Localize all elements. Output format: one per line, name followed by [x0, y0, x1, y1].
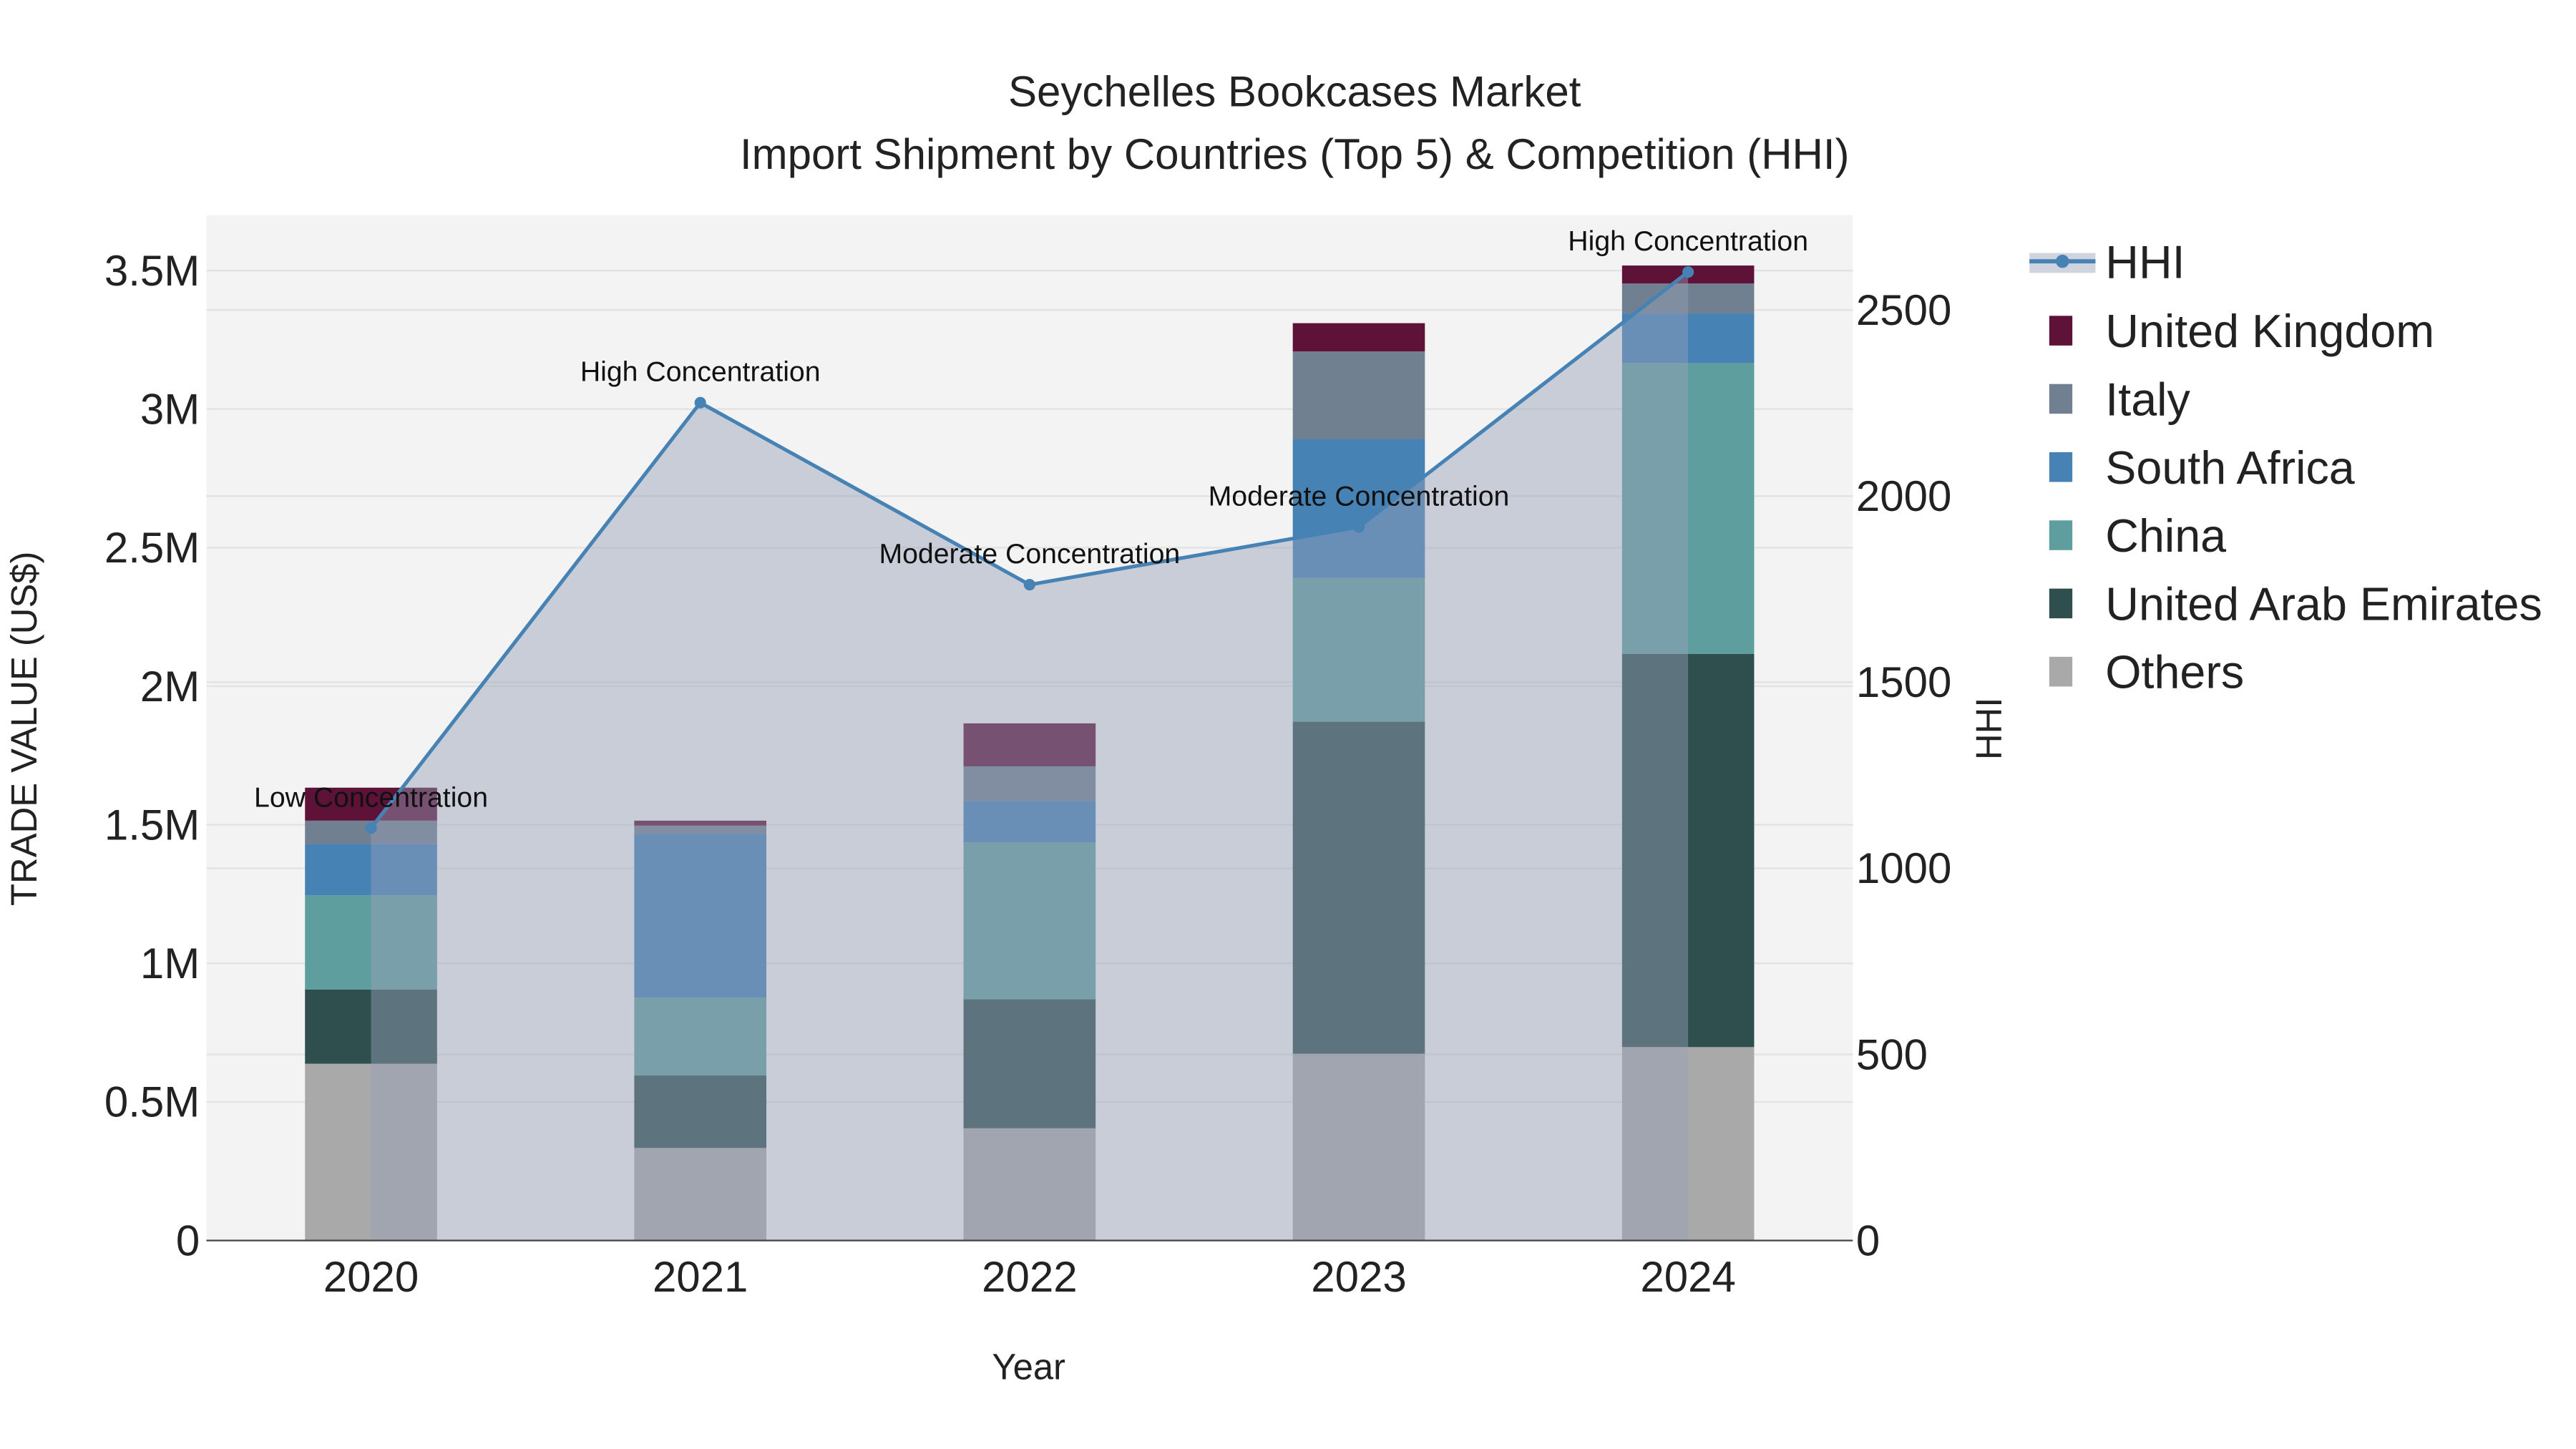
bar-united-kingdom-2023: [1292, 323, 1425, 352]
legend-item[interactable]: United Arab Emirates: [2105, 578, 2542, 630]
bar-italy-2023: [1292, 351, 1425, 439]
y-tick-label: 0.5M: [104, 1078, 200, 1126]
y-axis-ticks: 0 0.5M 1M 1.5M 2M 2.5M 3M 3.5M: [104, 247, 200, 1265]
legend-swatch: [2049, 452, 2073, 482]
x-tick-label: 2022: [982, 1253, 1077, 1301]
y-tick-label: 3.5M: [104, 247, 200, 295]
y-tick-label: 2.5M: [104, 524, 200, 572]
y-tick-label: 2M: [140, 663, 200, 711]
legend-item[interactable]: Others: [2105, 647, 2244, 698]
hhi-annotation: Moderate Concentration: [879, 538, 1180, 570]
hhi-annotation: High Concentration: [1568, 225, 1808, 257]
y2-tick-label: 1500: [1856, 658, 1951, 706]
legend-swatch: [2049, 588, 2073, 619]
legend-swatch: [2049, 316, 2073, 346]
hhi-point: [365, 822, 377, 834]
legend-item[interactable]: United Kingdom: [2105, 306, 2434, 357]
x-tick-label: 2024: [1640, 1253, 1735, 1301]
legend-swatch: [2049, 384, 2073, 414]
x-axis-label: Year: [992, 1347, 1065, 1387]
y2-tick-label: 2000: [1856, 472, 1951, 520]
hhi-point: [1023, 579, 1035, 591]
chart: Low Concentration High Concentration Moder…: [4, 67, 2542, 1387]
y-tick-label: 3M: [140, 385, 200, 433]
x-axis-ticks: 2020 2021 2022 2023 2024: [323, 1253, 1736, 1301]
legend-item[interactable]: China: [2105, 510, 2226, 562]
legend-swatch: [2049, 656, 2073, 687]
x-tick-label: 2020: [323, 1253, 419, 1301]
hhi-point: [694, 396, 706, 409]
y2-axis-ticks: 0 500 1000 1500 2000 2500: [1856, 286, 1951, 1264]
y2-tick-label: 1000: [1856, 844, 1951, 892]
y2-tick-label: 500: [1856, 1030, 1928, 1078]
y2-tick-label: 2500: [1856, 286, 1951, 334]
legend-hhi-marker: [2056, 254, 2069, 268]
hhi-annotation: Low Concentration: [254, 781, 488, 813]
legend-item[interactable]: Italy: [2105, 374, 2190, 426]
y-tick-label: 1.5M: [104, 801, 200, 849]
legend-item[interactable]: South Africa: [2105, 442, 2354, 494]
y-axis-label: TRADE VALUE (US$): [4, 552, 44, 906]
hhi-point: [1682, 266, 1694, 278]
y-tick-label: 1M: [140, 940, 200, 987]
legend-item-hhi[interactable]: HHI: [2105, 236, 2185, 288]
chart-title: Seychelles Bookcases Market: [1008, 67, 1581, 115]
x-tick-label: 2021: [653, 1253, 748, 1301]
hhi-annotation: High Concentration: [580, 356, 821, 388]
x-tick-label: 2023: [1311, 1253, 1406, 1301]
y2-tick-label: 0: [1856, 1216, 1880, 1264]
hhi-point: [1352, 521, 1365, 533]
y-tick-label: 0: [176, 1216, 200, 1264]
y2-axis-label: HHI: [1968, 698, 2009, 760]
chart-subtitle: Import Shipment by Countries (Top 5) & C…: [740, 130, 1850, 178]
legend-swatch: [2049, 520, 2073, 550]
hhi-annotation: Moderate Concentration: [1209, 480, 1510, 512]
legend: HHI United Kingdom Italy South Africa China U…: [2029, 236, 2542, 698]
